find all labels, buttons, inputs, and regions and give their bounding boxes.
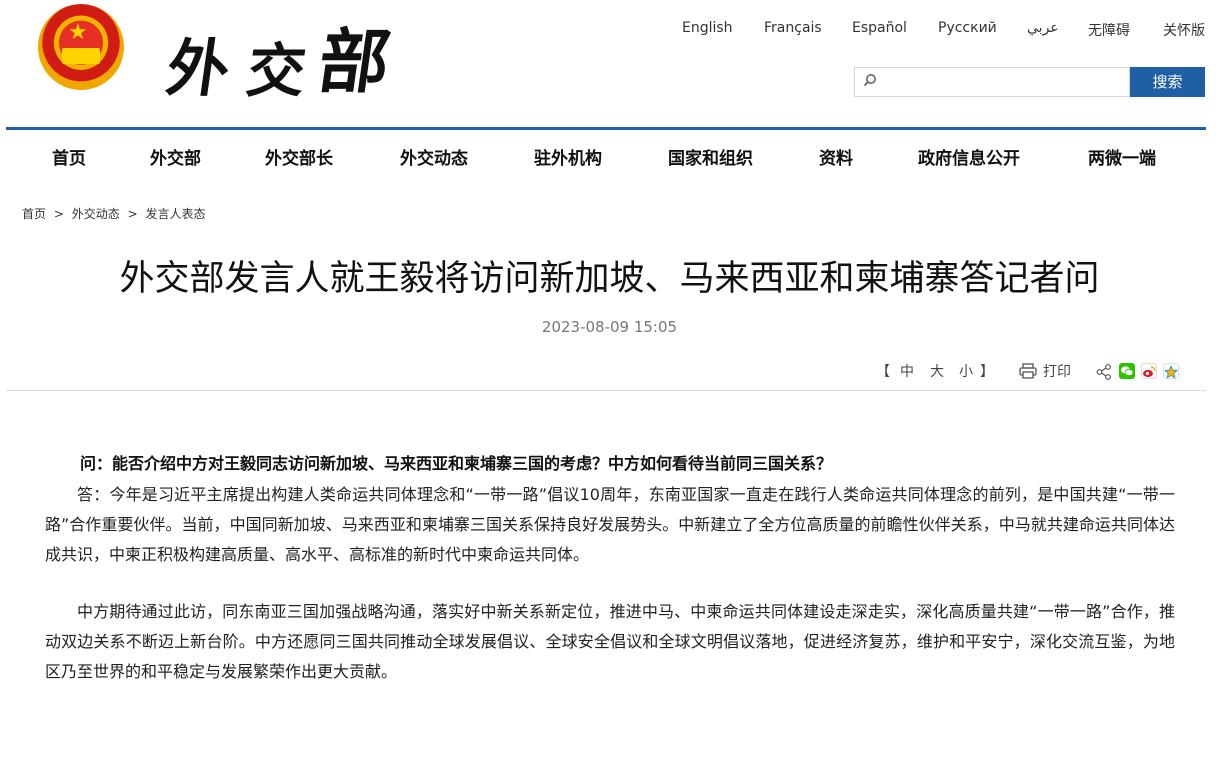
- nav-item-resources[interactable]: 资料: [819, 144, 853, 169]
- lang-arabic[interactable]: عربي: [1027, 20, 1059, 36]
- site-header: ★ 外 交 部 English Français Español Русский…: [0, 0, 1219, 130]
- breadcrumb-diplomatic-news[interactable]: 外交动态: [72, 207, 120, 221]
- accessibility-link[interactable]: 无障碍: [1088, 20, 1130, 40]
- breadcrumb-separator: >: [53, 207, 64, 221]
- qzone-icon[interactable]: [1163, 363, 1179, 379]
- logo-char-3: 部: [313, 20, 396, 103]
- font-size-bracket-open: 【: [876, 364, 890, 380]
- nav-item-social[interactable]: 两微一端: [1088, 144, 1156, 169]
- logo-char-2: 交: [242, 37, 311, 105]
- search-icon: [863, 74, 876, 87]
- question-text: 问：能否介绍中方对王毅同志访问新加坡、马来西亚和柬埔寨三国的考虑？中方如何看待当…: [80, 454, 833, 473]
- breadcrumb-separator: >: [127, 207, 138, 221]
- printer-icon[interactable]: [1019, 363, 1037, 379]
- font-size-large-button[interactable]: 中: [900, 361, 914, 381]
- breadcrumb-spokesperson[interactable]: 发言人表态: [145, 207, 205, 221]
- article-toolbar: 【 中 大 小 】 打印: [0, 361, 1219, 383]
- main-nav: 首页 外交部 外交部长 外交动态 驻外机构 国家和组织 资料 政府信息公开 两微…: [0, 144, 1219, 169]
- lang-french[interactable]: Français: [764, 20, 822, 36]
- nav-item-countries-orgs[interactable]: 国家和组织: [668, 144, 753, 169]
- nav-item-ministry[interactable]: 外交部: [150, 144, 201, 169]
- nav-item-diplomatic-news[interactable]: 外交动态: [400, 144, 468, 169]
- breadcrumb: 首页 > 外交动态 > 发言人表态: [22, 205, 209, 222]
- answer-paragraph-2: 中方期待通过此访，同东南亚三国加强战略沟通，落实好中新关系新定位，推进中马、中柬…: [45, 602, 1175, 681]
- font-size-medium-button[interactable]: 大: [930, 361, 944, 381]
- weibo-icon[interactable]: [1141, 363, 1157, 379]
- lang-russian[interactable]: Русский: [938, 20, 997, 36]
- breadcrumb-home[interactable]: 首页: [22, 207, 46, 221]
- emblem-gate-icon: [62, 48, 100, 64]
- print-button[interactable]: 打印: [1043, 361, 1071, 381]
- title-divider: [6, 390, 1206, 391]
- search-box: [854, 67, 1130, 97]
- emblem-star-icon: ★: [68, 20, 88, 45]
- search-button[interactable]: 搜索: [1130, 67, 1205, 97]
- answer-paragraph-1: 答：今年是习近平主席提出构建人类命运共同体理念和“一带一路”倡议10周年，东南亚…: [45, 485, 1175, 564]
- nav-item-missions-abroad[interactable]: 驻外机构: [534, 144, 602, 169]
- wechat-icon[interactable]: [1119, 363, 1135, 379]
- article-title: 外交部发言人就王毅将访问新加坡、马来西亚和柬埔寨答记者问: [119, 259, 1100, 299]
- lang-english[interactable]: English: [682, 20, 733, 36]
- ministry-logo[interactable]: 外 交 部: [162, 6, 398, 105]
- search-input[interactable]: [885, 71, 1119, 95]
- nav-item-minister[interactable]: 外交部长: [265, 144, 333, 169]
- article-date: 2023-08-09 15:05: [541, 318, 678, 336]
- font-size-small-button[interactable]: 小: [959, 361, 973, 381]
- lang-spanish[interactable]: Español: [852, 20, 907, 36]
- nav-item-home[interactable]: 首页: [52, 144, 86, 169]
- care-mode-link[interactable]: 关怀版: [1163, 20, 1205, 40]
- nav-top-border: [6, 127, 1206, 130]
- logo-char-1: 外: [162, 32, 235, 105]
- font-size-bracket-close: 】: [980, 364, 994, 380]
- nav-item-gov-info[interactable]: 政府信息公开: [918, 144, 1020, 169]
- national-emblem-icon[interactable]: ★: [38, 4, 124, 90]
- share-icon[interactable]: [1096, 364, 1112, 380]
